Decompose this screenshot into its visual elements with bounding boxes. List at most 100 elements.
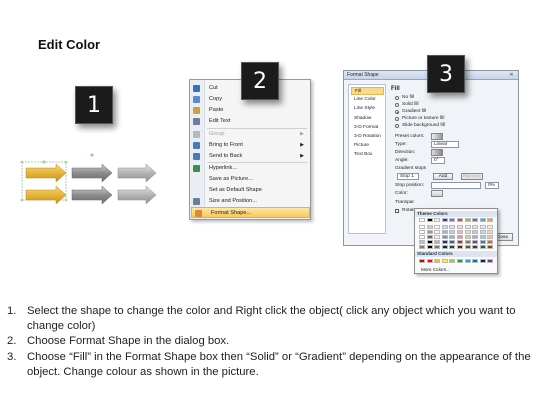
color-swatch[interactable] xyxy=(419,229,425,234)
color-swatch[interactable] xyxy=(472,229,479,234)
color-swatch[interactable] xyxy=(449,224,456,229)
color-swatch[interactable] xyxy=(419,234,425,239)
color-swatch[interactable] xyxy=(434,229,441,234)
selection-handle[interactable] xyxy=(20,198,24,202)
close-icon[interactable]: ✕ xyxy=(508,72,515,78)
nav-text-box[interactable]: Text Box xyxy=(351,151,384,159)
color-swatch[interactable] xyxy=(464,244,471,249)
color-swatch[interactable] xyxy=(479,218,486,222)
rotate-with-shape-checkbox[interactable] xyxy=(395,209,399,213)
selection-handle[interactable] xyxy=(42,160,46,164)
color-swatch[interactable] xyxy=(449,218,456,222)
color-swatch[interactable] xyxy=(487,224,494,229)
color-swatch[interactable] xyxy=(479,234,486,239)
direction-dropdown[interactable] xyxy=(431,149,443,156)
color-swatch[interactable] xyxy=(472,239,479,244)
menu-item-size-and-position[interactable]: Size and Position... xyxy=(190,196,310,207)
menu-item-group[interactable]: Group ▶ xyxy=(190,129,310,140)
radio-gradient-fill[interactable] xyxy=(395,110,399,114)
color-swatch[interactable] xyxy=(426,239,433,244)
stop-select[interactable]: Stop 1 xyxy=(397,173,419,180)
color-swatch[interactable] xyxy=(426,244,433,249)
gray-arrow-top-right[interactable] xyxy=(117,163,157,183)
menu-item-hyperlink[interactable]: Hyperlink... xyxy=(190,163,310,174)
radio-no-fill[interactable] xyxy=(395,96,399,100)
gray-arrow-top-middle[interactable] xyxy=(71,163,113,183)
menu-item-edit-text[interactable]: Edit Text xyxy=(190,116,310,127)
nav-fill[interactable]: Fill xyxy=(351,87,384,95)
color-swatch[interactable] xyxy=(472,259,479,263)
color-swatch[interactable] xyxy=(434,234,441,239)
color-swatch[interactable] xyxy=(487,244,494,249)
menu-item-save-as-picture[interactable]: Save as Picture... xyxy=(190,174,310,185)
color-swatch[interactable] xyxy=(487,259,494,263)
menu-item-bring-to-front[interactable]: Bring to Front ▶ xyxy=(190,140,310,151)
color-swatch[interactable] xyxy=(464,218,471,222)
color-swatch[interactable] xyxy=(441,259,448,263)
color-swatch[interactable] xyxy=(419,259,425,263)
color-swatch[interactable] xyxy=(449,259,456,263)
color-picker-button[interactable] xyxy=(431,190,443,197)
nav-shadow[interactable]: Shadow xyxy=(351,115,384,123)
menu-item-send-to-back[interactable]: Send to Back ▶ xyxy=(190,151,310,162)
color-swatch[interactable] xyxy=(457,229,463,234)
color-swatch[interactable] xyxy=(434,244,441,249)
color-swatch[interactable] xyxy=(441,244,448,249)
color-swatch[interactable] xyxy=(419,239,425,244)
stop-position-slider[interactable] xyxy=(431,182,481,189)
color-swatch[interactable] xyxy=(434,224,441,229)
menu-item-format-shape[interactable]: Format Shape... xyxy=(191,207,310,218)
selection-handle[interactable] xyxy=(64,160,68,164)
color-swatch[interactable] xyxy=(426,218,433,222)
color-swatch[interactable] xyxy=(472,234,479,239)
color-swatch[interactable] xyxy=(464,239,471,244)
color-swatch[interactable] xyxy=(464,229,471,234)
color-swatch[interactable] xyxy=(419,224,425,229)
angle-input[interactable]: 0° xyxy=(431,157,445,164)
arrow-shapes-preview[interactable] xyxy=(20,150,160,220)
color-swatch[interactable] xyxy=(449,244,456,249)
add-stop-button[interactable]: Add xyxy=(433,173,453,180)
gray-arrow-bottom-right[interactable] xyxy=(117,185,157,205)
preset-colors-dropdown[interactable] xyxy=(431,133,443,140)
color-swatch[interactable] xyxy=(464,259,471,263)
color-swatch[interactable] xyxy=(479,224,486,229)
color-swatch[interactable] xyxy=(449,229,456,234)
color-swatch[interactable] xyxy=(487,239,494,244)
color-swatch[interactable] xyxy=(426,224,433,229)
color-swatch[interactable] xyxy=(441,224,448,229)
color-swatch[interactable] xyxy=(449,239,456,244)
more-colors-link[interactable]: More Colors... xyxy=(421,267,450,272)
color-swatch[interactable] xyxy=(426,234,433,239)
color-swatch[interactable] xyxy=(472,244,479,249)
color-swatch[interactable] xyxy=(457,224,463,229)
color-swatch[interactable] xyxy=(487,234,494,239)
color-swatch[interactable] xyxy=(434,239,441,244)
radio-slide-background-fill[interactable] xyxy=(395,124,399,128)
color-swatch[interactable] xyxy=(434,259,441,263)
color-swatch[interactable] xyxy=(487,229,494,234)
color-swatch[interactable] xyxy=(449,234,456,239)
color-swatch[interactable] xyxy=(479,229,486,234)
color-swatch[interactable] xyxy=(441,229,448,234)
color-swatch[interactable] xyxy=(479,244,486,249)
type-select[interactable]: Linear xyxy=(431,141,459,148)
color-swatch[interactable] xyxy=(441,234,448,239)
color-swatch[interactable] xyxy=(464,234,471,239)
nav-3-d-format[interactable]: 3-D Format xyxy=(351,124,384,132)
gold-arrow-top[interactable] xyxy=(25,163,67,183)
remove-stop-button[interactable]: Remove xyxy=(461,173,483,180)
color-swatch[interactable] xyxy=(457,259,463,263)
rotation-handle[interactable] xyxy=(90,153,94,157)
color-swatch[interactable] xyxy=(464,224,471,229)
color-swatch[interactable] xyxy=(479,239,486,244)
color-swatch[interactable] xyxy=(426,259,433,263)
color-swatch[interactable] xyxy=(426,229,433,234)
menu-item-paste[interactable]: Paste xyxy=(190,105,310,116)
color-swatch[interactable] xyxy=(441,239,448,244)
color-swatch[interactable] xyxy=(472,218,479,222)
nav-3-d-rotation[interactable]: 3-D Rotation xyxy=(351,133,384,141)
color-swatch[interactable] xyxy=(434,218,441,222)
menu-item-set-as-default-shape[interactable]: Set as Default Shape xyxy=(190,185,310,196)
selection-handle[interactable] xyxy=(20,160,24,164)
